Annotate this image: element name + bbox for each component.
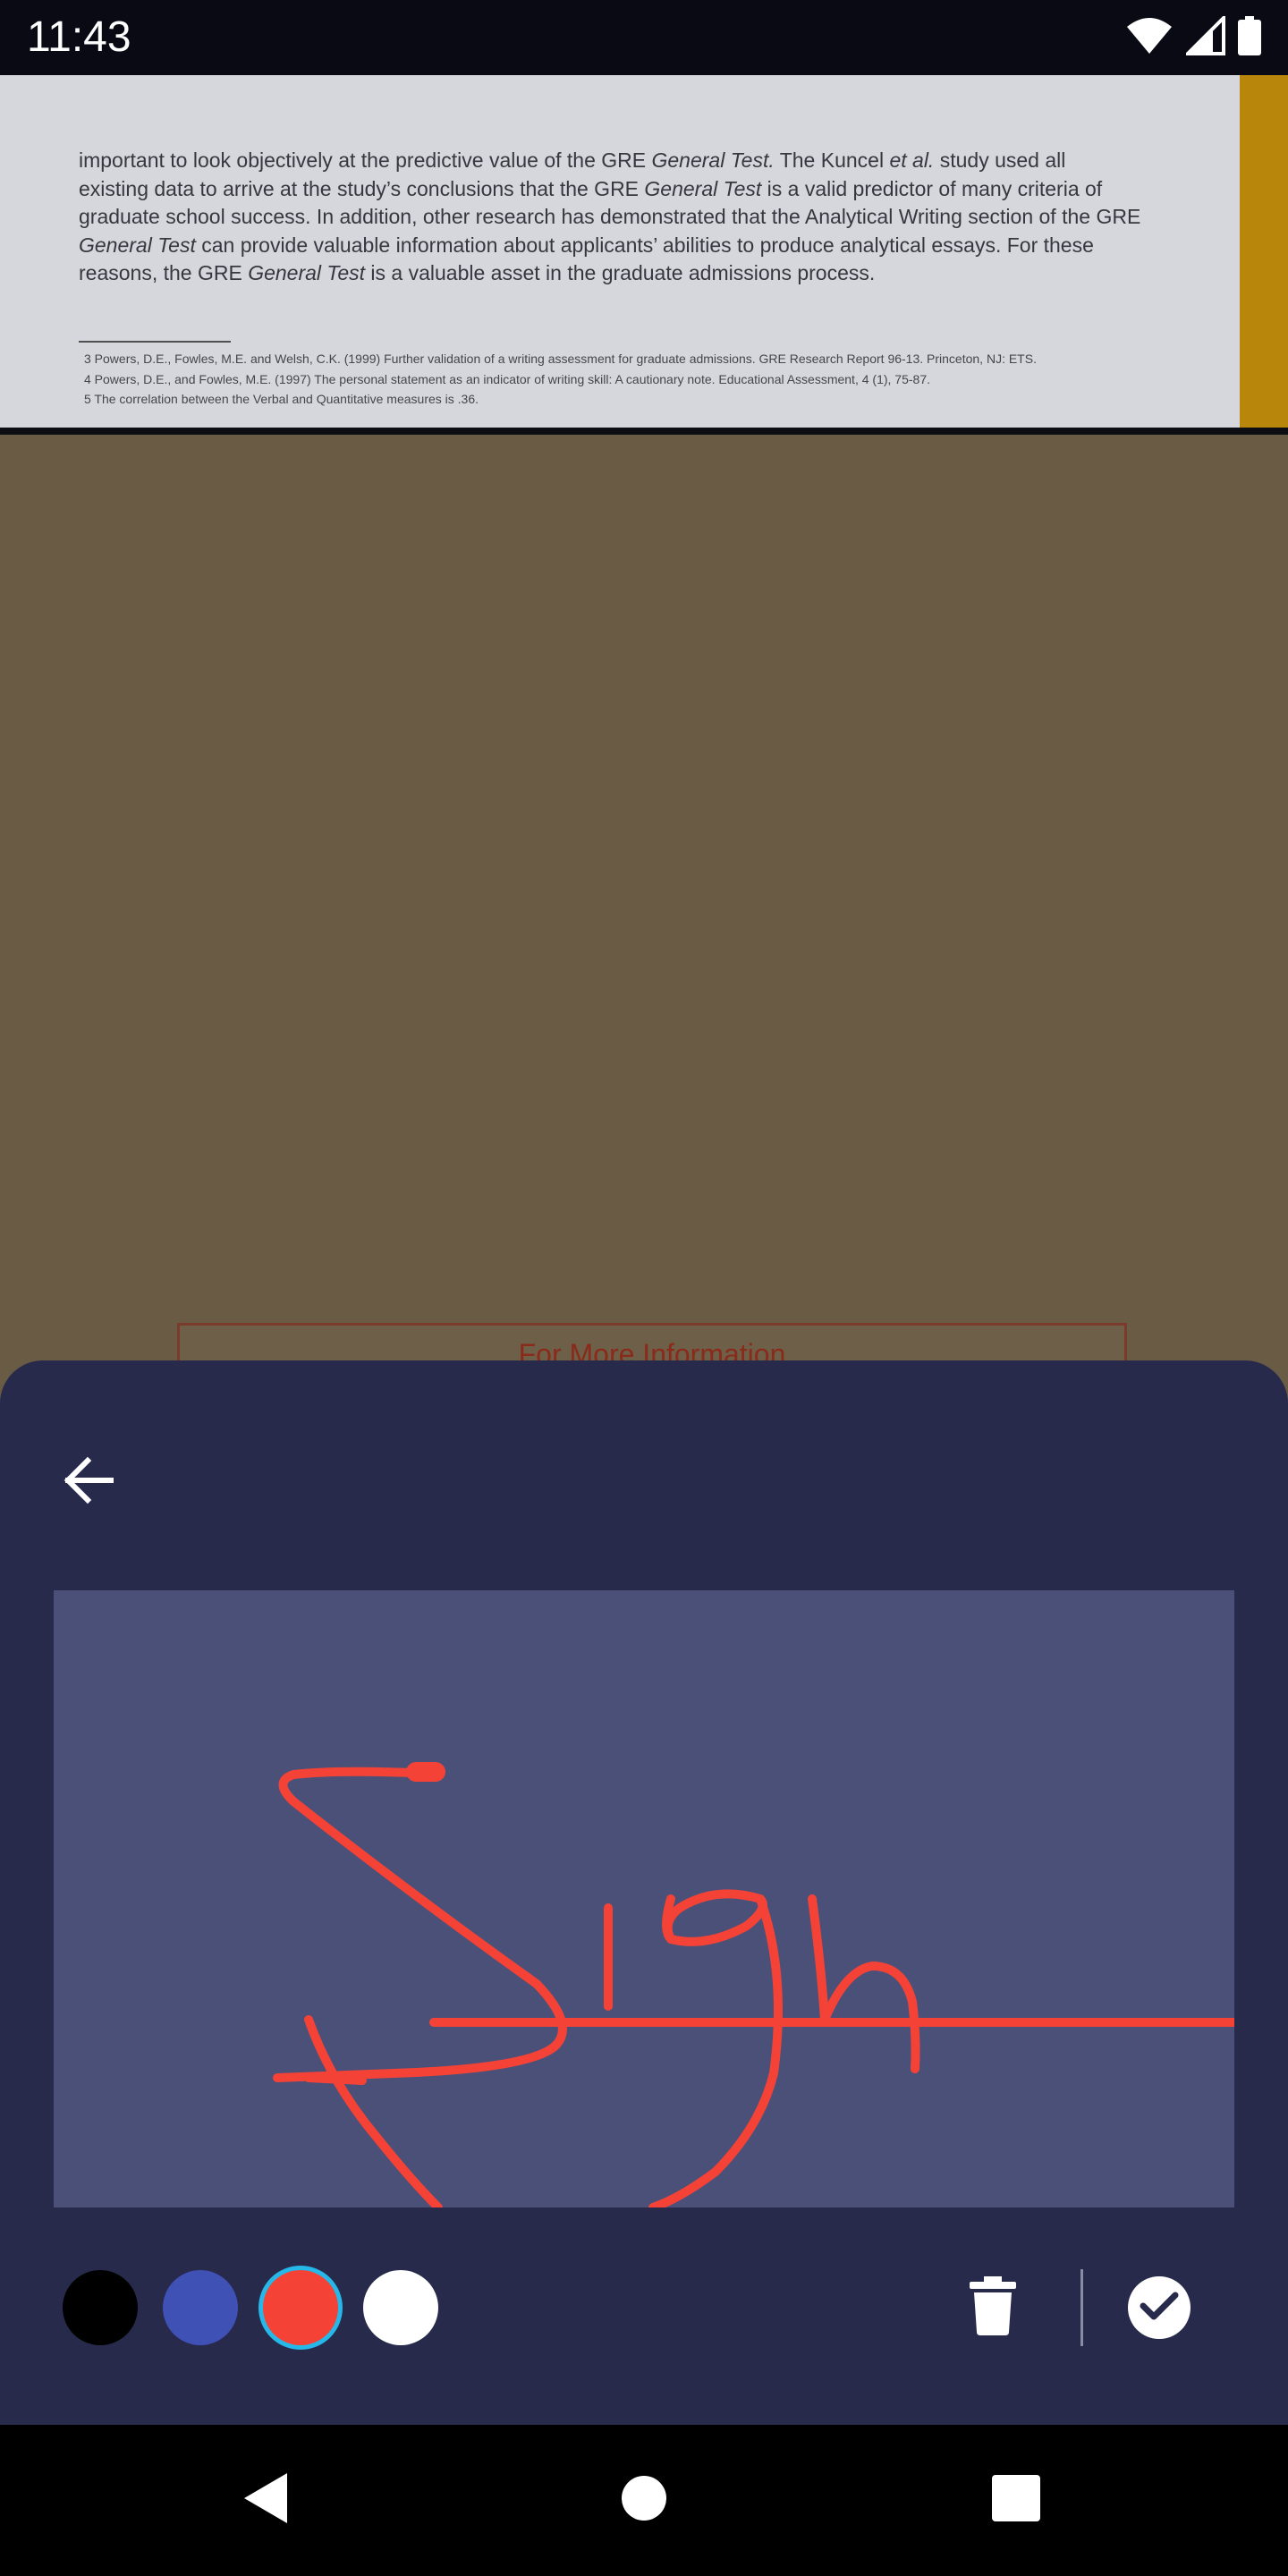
arrow-left-icon — [61, 1455, 114, 1510]
paragraph-line: General Test can provide valuable inform… — [79, 233, 1094, 257]
color-swatch-white[interactable] — [363, 2270, 438, 2345]
document-paragraph: important to look objectively at the pre… — [79, 147, 1141, 288]
footnote-3: 3 Powers, D.E., Fowles, M.E. and Welsh, … — [84, 352, 1037, 366]
confirm-signature-button[interactable] — [1128, 2276, 1191, 2339]
paragraph-line: existing data to arrive at the study’s c… — [79, 176, 1103, 200]
document-side-strip — [1240, 75, 1288, 428]
check-circle-icon — [1140, 2290, 1179, 2326]
color-swatch-blue[interactable] — [163, 2270, 238, 2345]
color-swatch-black[interactable] — [63, 2270, 138, 2345]
toolbar-divider — [1080, 2269, 1083, 2346]
footnote-5: 5 The correlation between the Verbal and… — [84, 392, 479, 406]
footnotes: 3 Powers, D.E., Fowles, M.E. and Welsh, … — [84, 349, 1157, 410]
paragraph-line: reasons, the GRE General Test is a valua… — [79, 261, 876, 284]
nav-home-button[interactable] — [615, 2471, 673, 2529]
status-icons — [1125, 13, 1261, 60]
nav-recents-button[interactable] — [987, 2471, 1045, 2529]
document-page: important to look objectively at the pre… — [0, 75, 1240, 428]
footnote-4: 4 Powers, D.E., and Fowles, M.E. (1997) … — [84, 371, 930, 386]
color-swatch-red[interactable] — [263, 2270, 338, 2345]
battery-icon — [1238, 15, 1261, 60]
page-divider — [0, 428, 1288, 435]
signature-canvas[interactable] — [54, 1590, 1234, 2207]
recents-square-icon — [992, 2474, 1040, 2526]
status-bar: 11:43 — [0, 0, 1288, 75]
status-time: 11:43 — [27, 13, 131, 61]
footnote-rule — [79, 341, 231, 343]
back-button[interactable] — [48, 1443, 127, 1521]
paragraph-line: important to look objectively at the pre… — [79, 148, 1066, 172]
wifi-icon — [1125, 16, 1174, 60]
back-triangle-icon — [242, 2471, 291, 2529]
paragraph-line: graduate school success. In addition, ot… — [79, 205, 1141, 228]
trash-icon — [970, 2275, 1016, 2340]
home-circle-icon — [621, 2475, 667, 2526]
clear-signature-button[interactable] — [961, 2268, 1025, 2347]
cell-signal-icon — [1183, 13, 1225, 60]
signature-bottom-sheet — [0, 1360, 1288, 2425]
document-backdrop — [0, 435, 1288, 1360]
system-nav-bar — [0, 2425, 1288, 2576]
nav-back-button[interactable] — [238, 2471, 295, 2529]
signature-stroke — [273, 1762, 1234, 2207]
